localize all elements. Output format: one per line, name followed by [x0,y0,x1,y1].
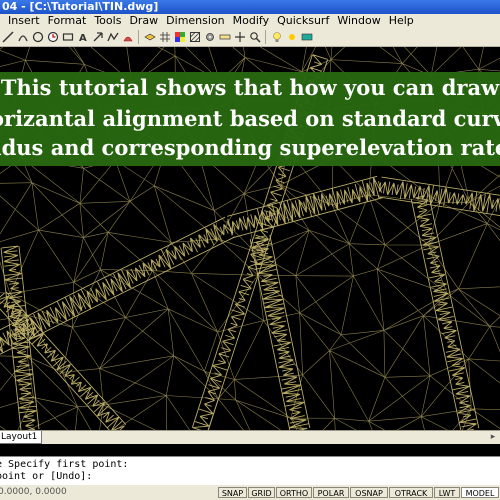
command-prompt-line: point or [Undo]: [0,471,93,482]
command-history-line: e Specify first point: [0,459,129,470]
gear-icon[interactable] [203,31,216,44]
caption-line-3: adus and corresponding superelevation ra… [0,135,500,160]
polyline-icon[interactable] [106,31,119,44]
pan-icon[interactable] [233,31,246,44]
menu-quicksurf[interactable]: Quicksurf [273,14,333,28]
clock-icon[interactable] [46,31,59,44]
osnap-toggle[interactable]: OSNAP [350,487,388,498]
color-swatch-icon[interactable] [173,31,186,44]
text-icon[interactable]: A [76,31,89,44]
arc-icon[interactable] [16,31,29,44]
tab-scroll-right-icon[interactable]: ▸ [488,431,498,443]
toolbar-separator [138,30,139,44]
rectangle-icon[interactable] [61,31,74,44]
title-bar: 04 - [C:\Tutorial\TIN.dwg] [0,0,500,14]
menu-draw[interactable]: Draw [125,14,162,28]
otrack-toggle[interactable]: OTRACK [389,487,433,498]
polar-toggle[interactable]: POLAR [313,487,349,498]
toolbar-separator [265,30,266,44]
model-toggle[interactable]: MODEL [461,487,499,498]
zoom-icon[interactable] [248,31,261,44]
menu-format[interactable]: Format [44,14,91,28]
menu-dimension[interactable]: Dimension [162,14,228,28]
window-title: 04 - [C:\Tutorial\TIN.dwg] [2,0,159,13]
status-bar: 0.0000, 0.0000 SNAP GRID ORTHO POLAR OSN… [0,485,500,500]
bulb-icon[interactable] [270,31,283,44]
sun-icon[interactable] [285,31,298,44]
tab-layout1[interactable]: Layout1 [0,431,43,444]
stamp-icon[interactable] [121,31,134,44]
lwt-toggle[interactable]: LWT [434,487,460,498]
circle-icon[interactable] [31,31,44,44]
grid-icon[interactable] [158,31,171,44]
hatch-icon[interactable] [188,31,201,44]
ruler-icon[interactable] [218,31,231,44]
grid-toggle[interactable]: GRID [248,487,275,498]
line-icon[interactable] [1,31,14,44]
coordinate-readout: 0.0000, 0.0000 [0,487,67,497]
caption-line-2: orizantal alignment based on standard cu… [0,106,500,131]
svg-text:A: A [79,33,87,43]
layer-on-icon[interactable] [300,31,313,44]
caption-line-1: This tutorial shows that how you can dra… [0,75,500,100]
menu-modify[interactable]: Modify [229,14,273,28]
menu-window[interactable]: Window [333,14,384,28]
menu-insert[interactable]: Insert [0,14,44,28]
menu-tools[interactable]: Tools [90,14,125,28]
tutorial-caption: This tutorial shows that how you can dra… [0,72,500,166]
snap-toggle[interactable]: SNAP [218,487,247,498]
layout-tab-bar: Layout1 ▸ [0,430,500,444]
menu-bar: Insert Format Tools Draw Dimension Modif… [0,14,500,28]
command-line[interactable]: e Specify first point: point or [Undo]: [0,456,500,486]
arrow-icon[interactable] [91,31,104,44]
ortho-toggle[interactable]: ORTHO [276,487,312,498]
menu-help[interactable]: Help [385,14,418,28]
layer-icon[interactable] [143,31,156,44]
draw-toolbar: A [0,28,500,47]
